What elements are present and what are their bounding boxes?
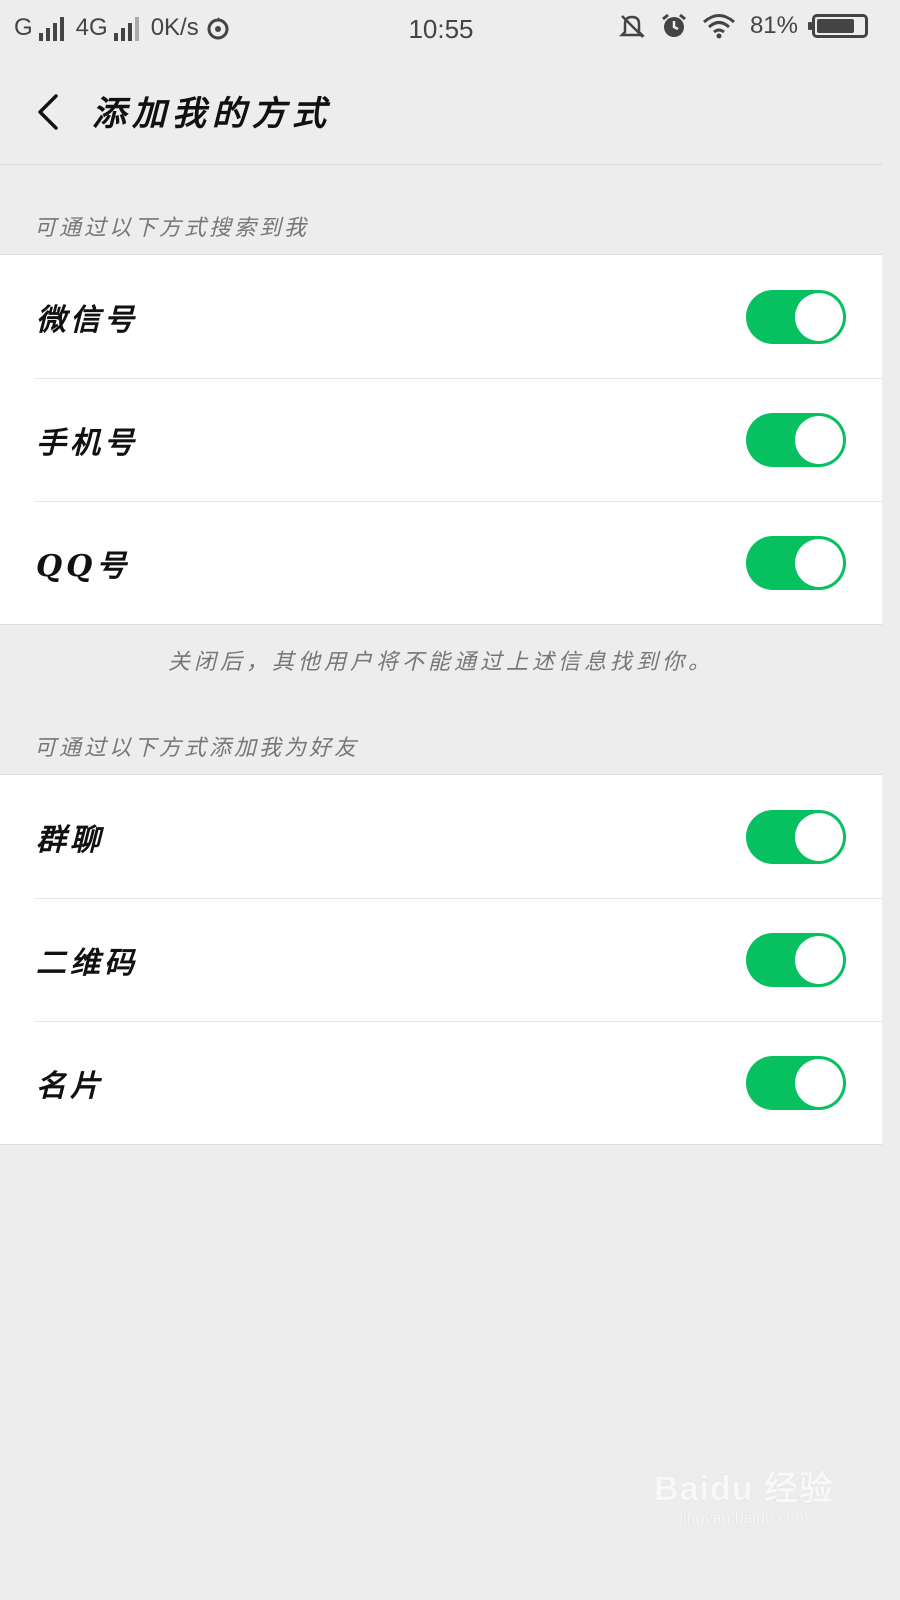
wechat-id-toggle[interactable] [746,290,846,344]
toggle-knob [795,1059,843,1107]
wifi-icon [702,14,735,39]
toggle-knob [795,813,843,861]
add-settings-group: 群聊 二维码 名片 [0,774,882,1145]
setting-row-wechat-id[interactable]: 微信号 [0,255,882,378]
baidu-watermark: Baidu 经验 jingyan.baidu.com [654,1461,834,1528]
setting-row-business-card[interactable]: 名片 [0,1021,882,1144]
page-title: 添加我的方式 [92,94,332,134]
search-section-label: 可通过以下方式搜索到我 [34,216,310,241]
mute-icon [618,15,645,38]
search-note: 关闭后，其他用户将不能通过上述信息找到你。 [167,650,714,675]
setting-row-phone[interactable]: 手机号 [0,378,882,501]
setting-label: 二维码 [36,945,138,981]
status-bar: G 4G 0K/s 10:55 81% [0,0,882,60]
add-section-label: 可通过以下方式添加我为好友 [34,736,360,761]
setting-label: 手机号 [36,425,138,461]
battery-percent: 81% [749,12,798,39]
back-button[interactable] [24,88,72,136]
status-right: 81% [618,12,868,40]
setting-label: 微信号 [36,302,138,338]
setting-label: QQ号 [36,548,131,584]
business-card-toggle[interactable] [746,1056,846,1110]
qq-toggle[interactable] [746,536,846,590]
alarm-icon [662,13,686,37]
nav-header: 添加我的方式 [0,60,882,165]
group-chat-toggle[interactable] [746,810,846,864]
setting-row-qq[interactable]: QQ号 [0,501,882,624]
setting-label: 群聊 [36,822,104,858]
battery-icon [808,14,868,38]
toggle-knob [795,293,843,341]
qr-code-toggle[interactable] [746,933,846,987]
toggle-knob [795,416,843,464]
watermark-logo: Baidu 经验 [654,1470,834,1508]
toggle-knob [795,539,843,587]
search-settings-group: 微信号 手机号 QQ号 [0,254,882,625]
setting-row-qr-code[interactable]: 二维码 [0,898,882,1021]
setting-label: 名片 [36,1068,104,1104]
setting-row-group-chat[interactable]: 群聊 [0,775,882,898]
watermark-url: jingyan.baidu.com [679,1510,809,1527]
phone-toggle[interactable] [746,413,846,467]
chevron-left-icon [38,94,58,130]
toggle-knob [795,936,843,984]
